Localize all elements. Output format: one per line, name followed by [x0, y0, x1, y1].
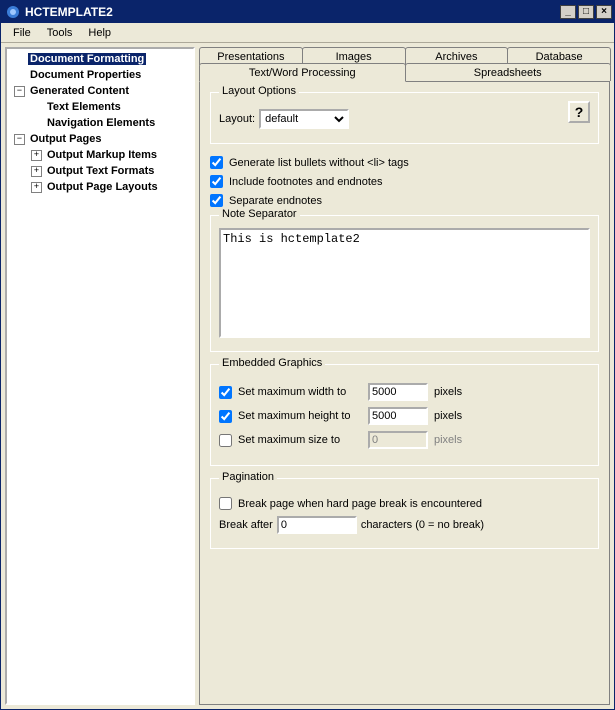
- gen-bullets-checkbox[interactable]: [210, 156, 223, 169]
- pixels-label: pixels: [434, 410, 462, 422]
- expand-icon[interactable]: +: [31, 150, 42, 161]
- gen-bullets-label: Generate list bullets without <li> tags: [229, 157, 409, 169]
- tab-text-word-processing[interactable]: Text/Word Processing: [199, 63, 406, 82]
- menu-file[interactable]: File: [5, 25, 39, 41]
- app-icon: [5, 4, 21, 20]
- pagination-group: Pagination Break page when hard page bre…: [210, 478, 599, 549]
- max-size-label: Set maximum size to: [238, 434, 368, 446]
- include-footnotes-checkbox[interactable]: [210, 175, 223, 188]
- expand-icon[interactable]: −: [14, 134, 25, 145]
- window: HCTEMPLATE2 _ □ × File Tools Help Docume…: [0, 0, 615, 710]
- break-hard-checkbox[interactable]: [219, 497, 232, 510]
- max-height-checkbox[interactable]: [219, 410, 232, 423]
- menu-help[interactable]: Help: [80, 25, 119, 41]
- separate-endnotes-label: Separate endnotes: [229, 195, 322, 207]
- minimize-button[interactable]: _: [560, 5, 576, 19]
- menu-tools[interactable]: Tools: [39, 25, 81, 41]
- pixels-label: pixels: [434, 386, 462, 398]
- embedded-graphics-group: Embedded Graphics Set maximum width to p…: [210, 364, 599, 466]
- max-width-label: Set maximum width to: [238, 386, 368, 398]
- pagination-legend: Pagination: [219, 471, 277, 483]
- tree-output-pages[interactable]: Output Pages: [28, 133, 104, 145]
- tree-output-page-layouts[interactable]: Output Page Layouts: [45, 181, 160, 193]
- tree-output-text-formats[interactable]: Output Text Formats: [45, 165, 156, 177]
- break-after-label: Break after: [219, 519, 273, 531]
- max-height-input[interactable]: [368, 407, 428, 425]
- note-separator-group: Note Separator This is hctemplate2: [210, 215, 599, 352]
- max-height-label: Set maximum height to: [238, 410, 368, 422]
- max-width-checkbox[interactable]: [219, 386, 232, 399]
- content-pane: Presentations Images Archives Database T…: [199, 47, 610, 705]
- layout-options-group: Layout Options ? Layout: default: [210, 92, 599, 144]
- embedded-graphics-legend: Embedded Graphics: [219, 357, 325, 369]
- max-size-input: [368, 431, 428, 449]
- layout-select[interactable]: default: [259, 109, 349, 129]
- break-hard-label: Break page when hard page break is encou…: [238, 498, 482, 510]
- max-width-input[interactable]: [368, 383, 428, 401]
- tree-generated-content[interactable]: Generated Content: [28, 85, 131, 97]
- layout-label: Layout:: [219, 113, 255, 125]
- help-button[interactable]: ?: [568, 101, 590, 123]
- break-after-suffix: characters (0 = no break): [361, 519, 484, 531]
- include-footnotes-label: Include footnotes and endnotes: [229, 176, 383, 188]
- expand-icon[interactable]: +: [31, 166, 42, 177]
- window-title: HCTEMPLATE2: [25, 5, 113, 19]
- expand-icon[interactable]: +: [31, 182, 42, 193]
- titlebar: HCTEMPLATE2 _ □ ×: [1, 1, 614, 23]
- note-separator-textarea[interactable]: This is hctemplate2: [219, 228, 590, 338]
- max-size-checkbox[interactable]: [219, 434, 232, 447]
- note-separator-legend: Note Separator: [219, 208, 300, 220]
- break-after-input[interactable]: [277, 516, 357, 534]
- maximize-button[interactable]: □: [578, 5, 594, 19]
- expand-icon[interactable]: −: [14, 86, 25, 97]
- pixels-label-disabled: pixels: [434, 434, 462, 446]
- layout-options-legend: Layout Options: [219, 85, 299, 97]
- tree-view[interactable]: Document Formatting Document Properties …: [5, 47, 195, 705]
- tree-output-markup-items[interactable]: Output Markup Items: [45, 149, 159, 161]
- separate-endnotes-checkbox[interactable]: [210, 194, 223, 207]
- tree-text-elements[interactable]: Text Elements: [45, 101, 123, 113]
- tree-document-properties[interactable]: Document Properties: [28, 69, 143, 81]
- close-button[interactable]: ×: [596, 5, 612, 19]
- menubar: File Tools Help: [1, 23, 614, 43]
- tab-strip: Presentations Images Archives Database T…: [199, 47, 610, 81]
- tree-navigation-elements[interactable]: Navigation Elements: [45, 117, 157, 129]
- tab-content: Layout Options ? Layout: default Generat…: [199, 81, 610, 705]
- tree-document-formatting[interactable]: Document Formatting: [28, 53, 146, 65]
- tab-spreadsheets[interactable]: Spreadsheets: [405, 63, 612, 81]
